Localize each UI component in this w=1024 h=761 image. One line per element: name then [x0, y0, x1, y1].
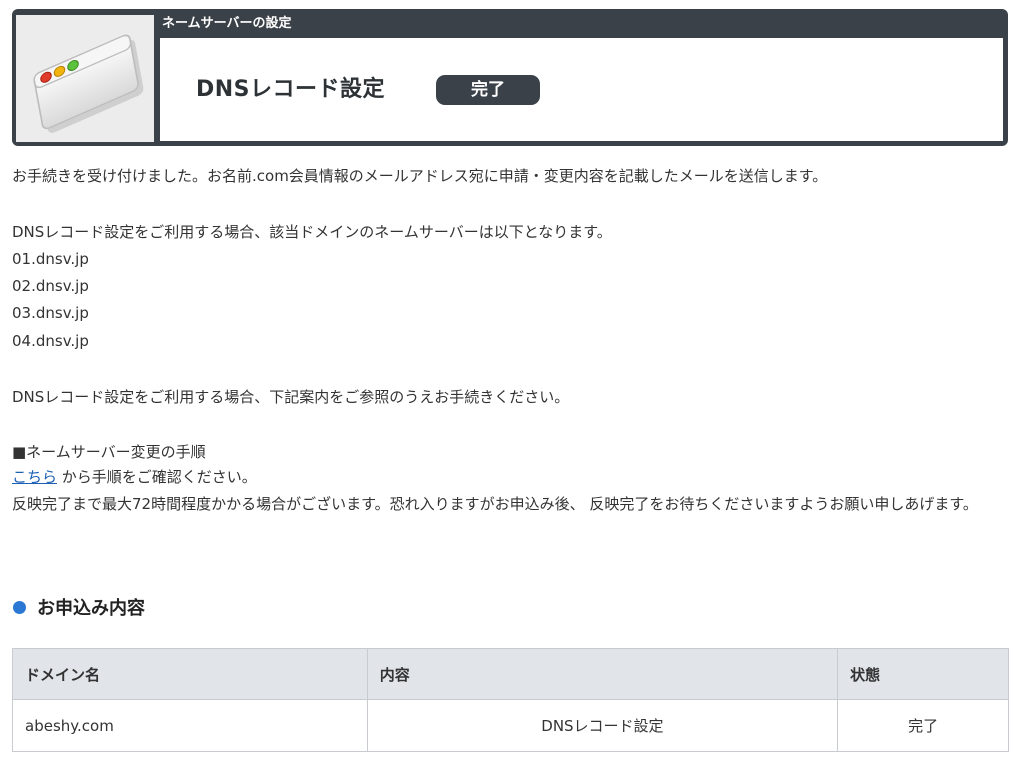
refer-message: DNSレコード設定をご利用する場合、下記案内をご参照のうえお手続きください。 [12, 388, 570, 406]
nameserver-item: 04.dnsv.jp [12, 332, 89, 350]
header-panel: ネームサーバーの設定 DNSレコード設定 完了 [12, 9, 1008, 146]
column-header-domain: ドメイン名 [12, 648, 368, 700]
received-message: お手続きを受け付けました。お名前.com会員情報のメールアドレス宛に申請・変更内… [12, 167, 828, 185]
section-title: お申込み内容 [37, 598, 145, 619]
cell-content: DNSレコード設定 [366, 699, 839, 752]
column-header-status: 状態 [837, 648, 1009, 700]
steps-link-suffix: から手順をご確認ください。 [57, 468, 257, 486]
steps-heading: ■ネームサーバー変更の手順 [12, 443, 206, 461]
application-table: ドメイン名 内容 状態 abeshy.com DNSレコード設定 完了 [12, 648, 1009, 752]
status-badge: 完了 [436, 75, 540, 105]
nameserver-item: 02.dnsv.jp [12, 277, 89, 295]
header-caption: ネームサーバーの設定 [162, 16, 292, 31]
browser-window-icon [33, 34, 144, 133]
cell-domain: abeshy.com [12, 699, 368, 752]
cell-status: 完了 [837, 699, 1009, 752]
nameserver-item: 01.dnsv.jp [12, 250, 89, 268]
column-header-content: 内容 [366, 648, 839, 700]
nameserver-item: 03.dnsv.jp [12, 304, 89, 322]
table-row: abeshy.com DNSレコード設定 完了 [12, 699, 1009, 752]
section-bullet-icon [13, 601, 26, 614]
steps-line: こちら から手順をご確認ください。 [12, 467, 257, 487]
table-header-row: ドメイン名 内容 状態 [12, 648, 1009, 700]
steps-link[interactable]: こちら [12, 468, 57, 486]
notice-message: 反映完了まで最大72時間程度かかる場合がございます。恐れ入りますがお申込み後、 … [12, 495, 978, 513]
nameserver-intro: DNSレコード設定をご利用する場合、該当ドメインのネームサーバーは以下となります… [12, 223, 612, 241]
header-main: DNSレコード設定 完了 [160, 38, 1003, 141]
page-title: DNSレコード設定 [196, 77, 386, 102]
header-icon-panel [16, 15, 154, 142]
